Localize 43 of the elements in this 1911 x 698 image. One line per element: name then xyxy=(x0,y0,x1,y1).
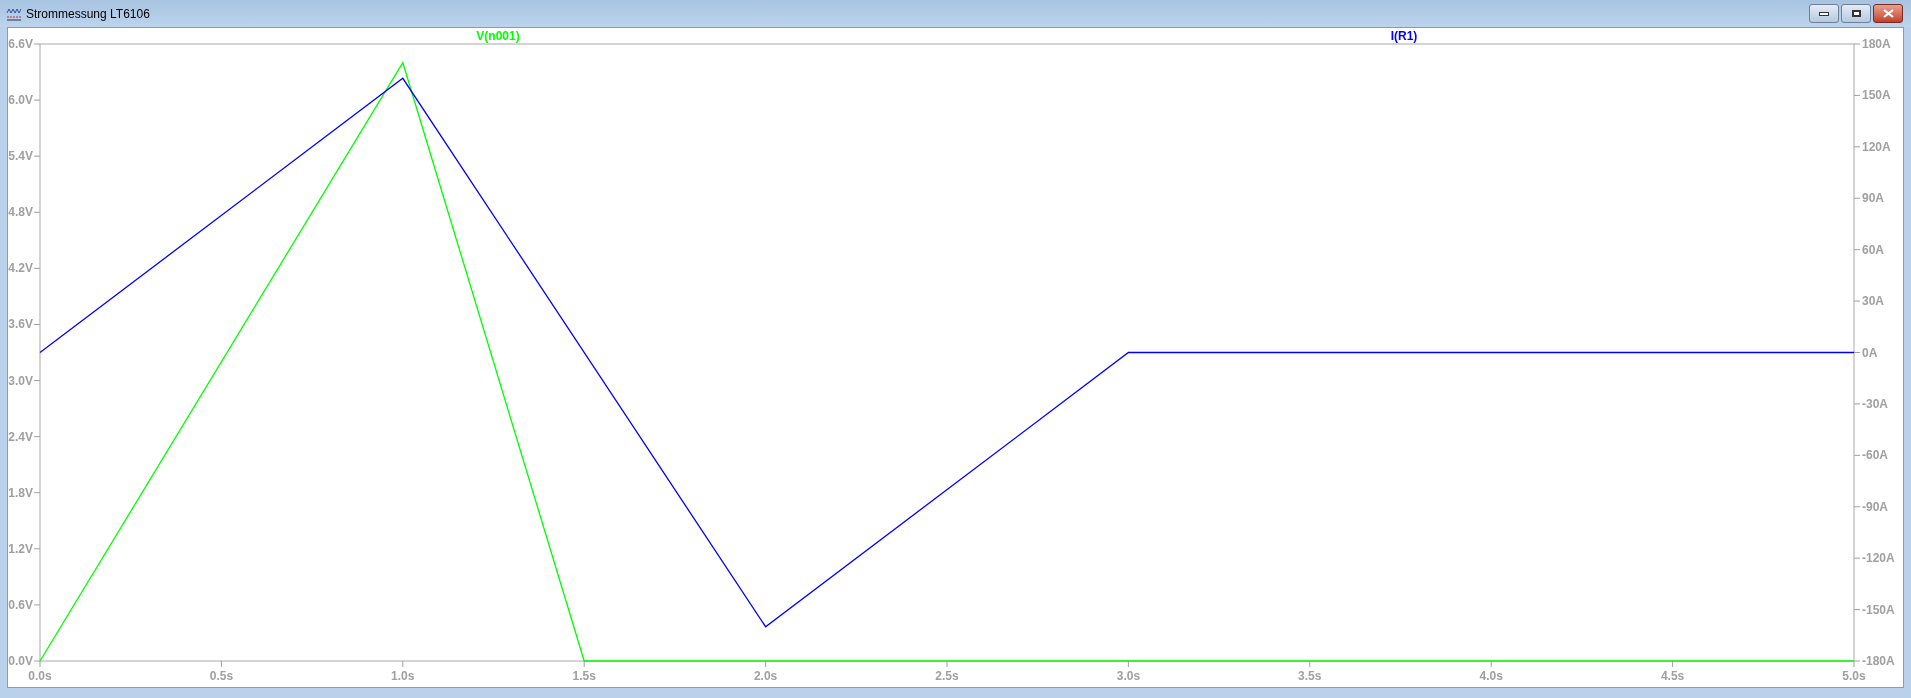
window-title: Strommessung LT6106 xyxy=(26,5,150,23)
y-axis-label: -150A xyxy=(1862,602,1895,617)
y-axis-label: -60A xyxy=(1862,448,1888,463)
x-axis-label: 3.0s xyxy=(1116,669,1141,683)
y-axis-label: 6.0V xyxy=(8,93,33,108)
y-axis-label: 30A xyxy=(1862,294,1884,309)
y-axis-label: 5.4V xyxy=(8,149,33,164)
y-axis-label: 3.6V xyxy=(8,317,33,332)
y-axis-label: 4.8V xyxy=(8,205,33,220)
minimize-button[interactable] xyxy=(1809,4,1839,23)
y-axis-label: 4.2V xyxy=(8,261,33,276)
y-axis-label: 0.0V xyxy=(8,654,33,668)
close-icon xyxy=(1882,9,1894,18)
y-axis-label: 60A xyxy=(1862,242,1884,257)
y-axis-label: 1.8V xyxy=(8,485,33,500)
y-axis-label: 3.0V xyxy=(8,373,33,388)
x-axis-label: 0.0s xyxy=(28,669,52,683)
y-axis-label: 0A xyxy=(1862,345,1878,360)
y-axis-label: 6.6V xyxy=(8,37,33,51)
waveform-icon xyxy=(6,6,22,21)
x-axis-label: 4.5s xyxy=(1660,669,1685,683)
y-axis-label: 180A xyxy=(1862,37,1891,51)
y-axis-label: -180A xyxy=(1862,654,1895,668)
x-axis-label: 2.5s xyxy=(935,669,959,683)
x-axis-label: 0.5s xyxy=(209,669,234,683)
x-axis-label: 2.0s xyxy=(753,669,778,683)
x-axis-label: 4.0s xyxy=(1479,669,1503,683)
y-axis-label: -120A xyxy=(1862,551,1895,566)
y-axis-label: -90A xyxy=(1862,499,1888,514)
maximize-button[interactable] xyxy=(1841,4,1871,23)
x-axis-label: 1.5s xyxy=(572,669,596,683)
y-axis-label: 120A xyxy=(1862,139,1891,154)
y-axis-label: 150A xyxy=(1862,88,1891,103)
y-axis-label: 2.4V xyxy=(8,429,33,444)
x-axis-label: 1.0s xyxy=(391,669,415,683)
trace-label[interactable]: I(R1) xyxy=(1390,29,1418,43)
x-axis-label: 5.0s xyxy=(1842,669,1866,683)
close-button[interactable] xyxy=(1873,4,1903,23)
y-axis-label: 0.6V xyxy=(8,597,33,612)
y-axis-label: 1.2V xyxy=(8,541,33,556)
y-axis-label: -30A xyxy=(1862,396,1888,411)
y-axis-label: 90A xyxy=(1862,191,1884,206)
x-axis-label: 3.5s xyxy=(1298,669,1322,683)
